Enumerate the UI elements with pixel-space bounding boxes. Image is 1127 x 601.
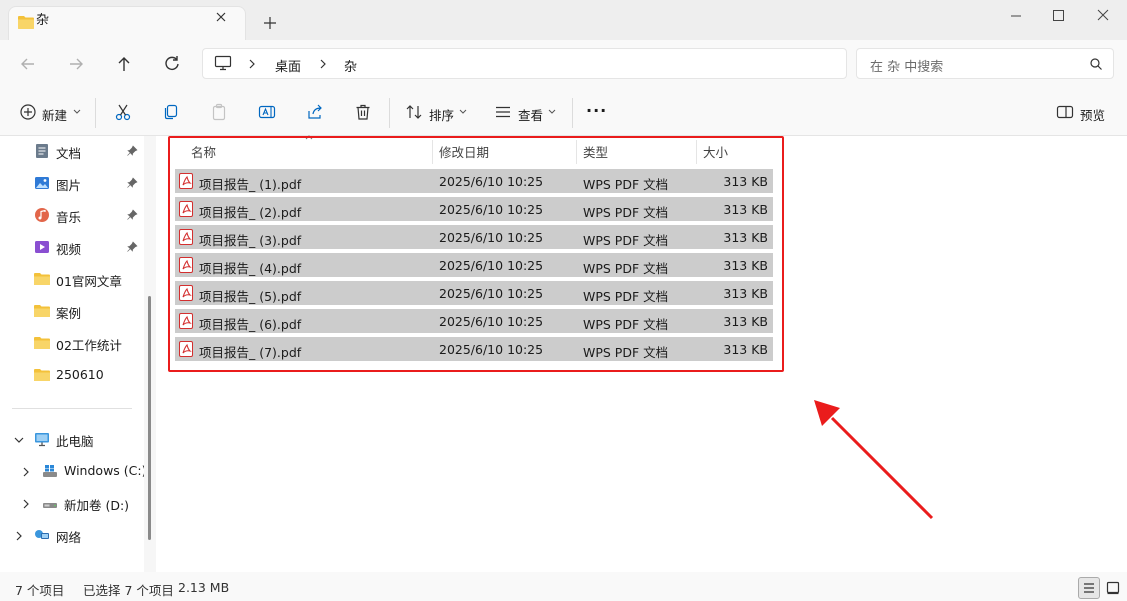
paste-icon[interactable] xyxy=(209,102,229,122)
pin-icon xyxy=(126,209,138,221)
sidebar-divider xyxy=(12,408,132,409)
sidebar-item-music[interactable]: 音乐 xyxy=(34,203,150,227)
pictures-icon xyxy=(34,175,50,191)
tiles-view-icon[interactable] xyxy=(1103,578,1123,598)
chevron-down-icon[interactable] xyxy=(547,108,557,116)
preview-button[interactable]: 预览 xyxy=(1080,105,1105,124)
scrollbar-thumb[interactable] xyxy=(148,296,151,540)
toolbar-divider xyxy=(95,98,96,128)
sort-button[interactable]: 排序 xyxy=(429,105,454,124)
sidebar-item-folder[interactable]: 250610 xyxy=(34,363,150,387)
chevron-right-icon[interactable] xyxy=(20,498,32,510)
status-selection: 已选择 7 个项目 xyxy=(83,583,174,598)
tab-title: 杂 xyxy=(36,13,50,28)
status-size: 2.13 MB xyxy=(178,580,230,595)
music-icon xyxy=(34,207,50,223)
maximize-icon[interactable] xyxy=(1046,6,1070,26)
new-tab-icon[interactable] xyxy=(261,14,279,32)
folder-icon xyxy=(34,367,50,383)
search-placeholder: 在 杂 中搜索 xyxy=(870,60,944,75)
chevron-right-icon[interactable] xyxy=(13,530,25,542)
search-icon[interactable] xyxy=(1089,57,1103,71)
red-arrow-annotation xyxy=(808,394,938,522)
drive-icon xyxy=(42,495,58,511)
sidebar-item-documents[interactable]: 文档 xyxy=(34,139,150,163)
document-icon xyxy=(34,143,50,159)
video-icon xyxy=(34,239,50,255)
sort-icon[interactable] xyxy=(404,102,424,122)
status-item-count: 7 个项目 xyxy=(15,583,65,598)
new-icon[interactable] xyxy=(18,102,38,122)
toolbar-divider xyxy=(572,98,573,128)
view-icon[interactable] xyxy=(493,102,513,122)
folder-icon xyxy=(34,271,50,287)
chevron-right-icon[interactable] xyxy=(246,58,258,70)
folder-icon xyxy=(34,335,50,351)
rename-icon[interactable] xyxy=(257,102,277,122)
copy-icon[interactable] xyxy=(161,102,181,122)
refresh-icon[interactable] xyxy=(160,52,184,76)
pin-icon xyxy=(126,241,138,253)
more-options-button[interactable]: ··· xyxy=(586,101,607,120)
sidebar-item-network[interactable]: 网络 xyxy=(34,523,150,547)
computer-icon xyxy=(34,431,50,447)
cut-icon[interactable] xyxy=(113,102,133,122)
sidebar-item-this-pc[interactable]: 此电脑 xyxy=(34,427,150,451)
chevron-right-icon[interactable] xyxy=(20,466,32,478)
chevron-down-icon[interactable] xyxy=(458,108,468,116)
pin-icon xyxy=(126,145,138,157)
computer-icon xyxy=(214,55,232,71)
windows-drive-icon xyxy=(42,463,58,479)
sidebar-item-pictures[interactable]: 图片 xyxy=(34,171,150,195)
pin-icon xyxy=(126,177,138,189)
back-icon[interactable] xyxy=(16,52,40,76)
sidebar-item-folder[interactable]: 02工作统计 xyxy=(34,331,150,355)
sidebar-item-folder[interactable]: 01官网文章 xyxy=(34,267,150,291)
chevron-down-icon[interactable] xyxy=(72,108,82,116)
chevron-right-icon[interactable] xyxy=(317,58,329,70)
new-button[interactable]: 新建 xyxy=(42,105,67,124)
network-icon xyxy=(34,527,50,543)
delete-icon[interactable] xyxy=(353,102,373,122)
sidebar-item-videos[interactable]: 视频 xyxy=(34,235,150,259)
preview-pane-icon[interactable] xyxy=(1055,102,1075,122)
close-tab-icon[interactable] xyxy=(212,8,230,26)
highlight-box xyxy=(168,136,784,372)
folder-icon xyxy=(34,303,50,319)
up-icon[interactable] xyxy=(112,52,136,76)
sidebar-item-drive-d[interactable]: 新加卷 (D:) xyxy=(42,491,158,515)
chevron-down-icon[interactable] xyxy=(13,434,25,446)
share-icon[interactable] xyxy=(305,102,325,122)
forward-icon[interactable] xyxy=(64,52,88,76)
folder-icon xyxy=(18,15,34,29)
toolbar-divider xyxy=(389,98,390,128)
sidebar-item-folder[interactable]: 案例 xyxy=(34,299,150,323)
minimize-icon[interactable] xyxy=(1004,6,1028,26)
breadcrumb-desktop[interactable]: 桌面 xyxy=(275,56,301,75)
breadcrumb-current[interactable]: 杂 xyxy=(344,56,357,75)
close-icon[interactable] xyxy=(1091,6,1115,26)
details-view-icon[interactable] xyxy=(1078,577,1100,599)
sidebar-item-drive-c[interactable]: Windows (C:) xyxy=(42,459,158,483)
view-button[interactable]: 查看 xyxy=(518,105,543,124)
